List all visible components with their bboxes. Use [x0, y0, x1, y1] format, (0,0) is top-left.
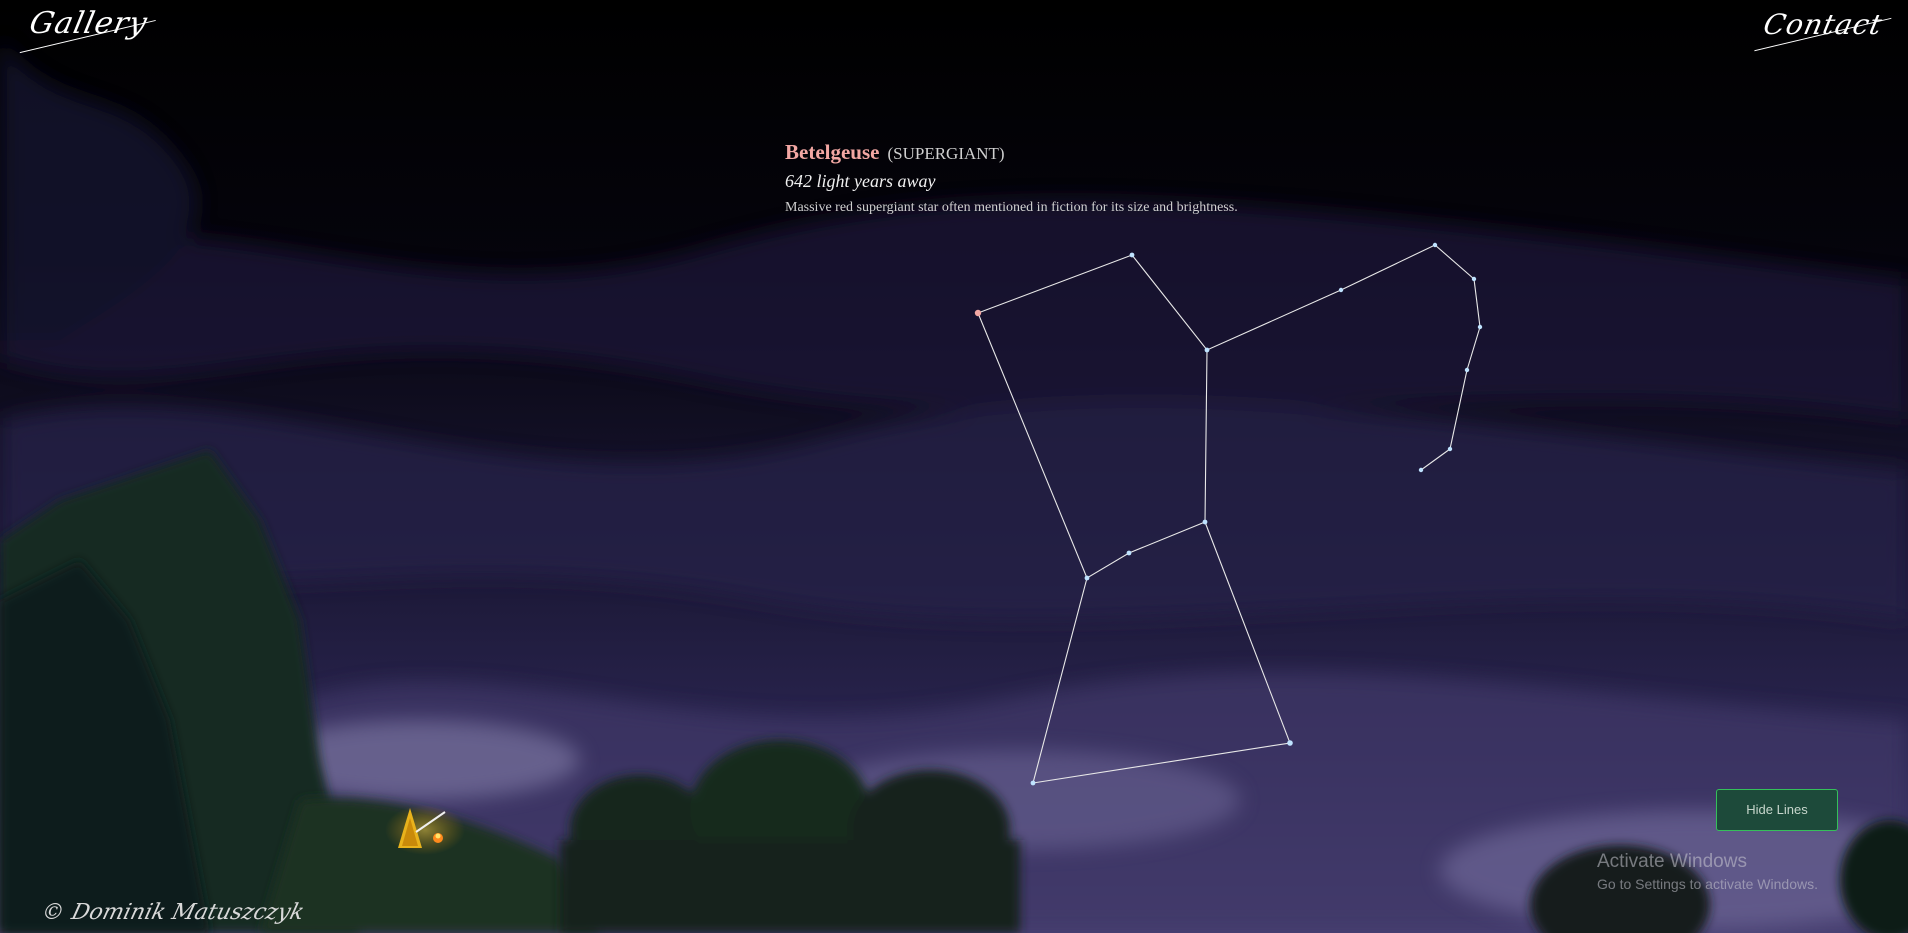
- star-meissa[interactable]: [1129, 252, 1135, 258]
- star-shield-4[interactable]: [1477, 324, 1483, 330]
- contact-link[interactable]: Contact: [1754, 8, 1892, 52]
- activate-windows-subtitle: Go to Settings to activate Windows.: [1597, 876, 1818, 892]
- star-shield-1[interactable]: [1338, 287, 1344, 293]
- star-shield-2[interactable]: [1432, 242, 1438, 248]
- gallery-link[interactable]: Gallery: [19, 6, 156, 54]
- star-bellatrix[interactable]: [1204, 347, 1210, 353]
- signature-text: Dominik Matuszczyk: [68, 900, 307, 925]
- activate-windows-title: Activate Windows: [1597, 851, 1747, 872]
- star-name: Betelgeuse: [785, 140, 880, 164]
- star-alnitak[interactable]: [1084, 575, 1090, 581]
- artist-signature: ©Dominik Matuszczyk: [39, 900, 307, 925]
- star-description: Massive red supergiant star often mentio…: [785, 200, 1238, 215]
- star-shield-6[interactable]: [1447, 446, 1453, 452]
- activate-windows-watermark: Activate Windows Go to Settings to activ…: [1597, 851, 1818, 892]
- tent-icon: [385, 805, 465, 855]
- star-mintaka[interactable]: [1202, 519, 1208, 525]
- star-classification: (SUPERGIANT): [887, 144, 1005, 163]
- star-alnilam[interactable]: [1126, 550, 1132, 556]
- star-shield-3[interactable]: [1471, 276, 1477, 282]
- star-title-row: Betelgeuse (SUPERGIANT): [785, 140, 1238, 165]
- star-rigel[interactable]: [1287, 740, 1293, 746]
- star-saiph[interactable]: [1030, 780, 1036, 786]
- star-shield-5[interactable]: [1464, 367, 1470, 373]
- star-info-panel: Betelgeuse (SUPERGIANT) 642 light years …: [785, 140, 1238, 216]
- hide-lines-button[interactable]: Hide Lines: [1716, 789, 1838, 831]
- star-distance: 642 light years away: [785, 171, 936, 191]
- copyright-icon: ©: [38, 900, 68, 925]
- star-shield-7[interactable]: [1418, 467, 1424, 473]
- campfire-icon: [433, 833, 443, 843]
- star-betelgeuse[interactable]: [974, 309, 982, 317]
